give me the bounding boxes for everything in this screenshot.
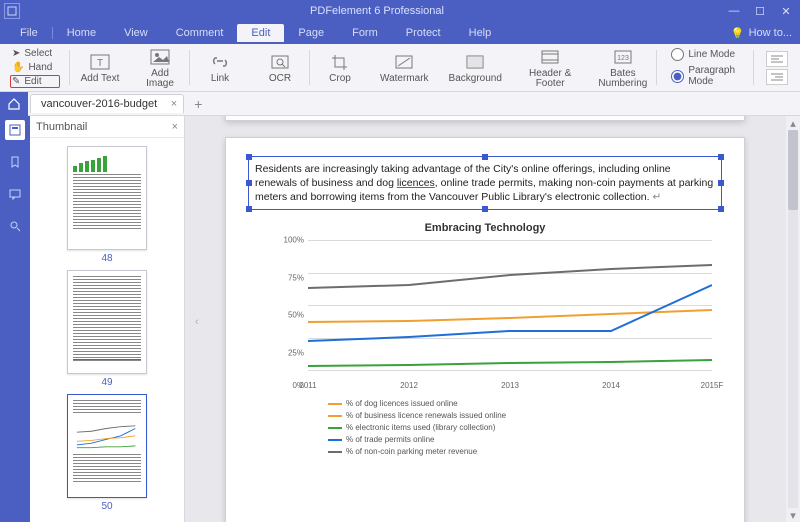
- bookmark-panel-button[interactable]: [5, 152, 25, 172]
- menu-help[interactable]: Help: [455, 24, 506, 42]
- ribbon: ➤Select ✋Hand ✎Edit TAdd Text Add Image …: [0, 44, 800, 92]
- link-icon: [207, 52, 233, 72]
- thumbnail-panel-close[interactable]: ×: [172, 121, 178, 133]
- x-tick-2013: 2013: [501, 381, 519, 390]
- line-mode-radio[interactable]: Line Mode: [671, 48, 740, 61]
- app-title: PDFelement 6 Professional: [30, 5, 724, 17]
- chart-legend: % of dog licences issued online % of bus…: [328, 398, 722, 458]
- y-tick-25: 25%: [278, 348, 304, 357]
- watermark-icon: [391, 52, 417, 72]
- ocr-icon: [267, 52, 293, 72]
- menu-page[interactable]: Page: [284, 24, 338, 42]
- y-tick-75: 75%: [278, 273, 304, 282]
- howto-search[interactable]: 💡 How to...: [731, 27, 792, 40]
- menu-home[interactable]: Home: [53, 24, 110, 42]
- side-toolbar: [0, 116, 30, 522]
- header-footer-icon: [537, 47, 563, 67]
- new-tab-button[interactable]: +: [190, 96, 206, 112]
- app-logo-icon: [4, 3, 20, 19]
- add-image-button[interactable]: Add Image: [136, 45, 184, 91]
- bates-icon: 123: [610, 47, 636, 67]
- add-text-button[interactable]: TAdd Text: [76, 50, 124, 86]
- thumbnail-panel: Thumbnail × 48 49: [30, 116, 185, 522]
- maximize-button[interactable]: ☐: [750, 3, 770, 19]
- scroll-down-button[interactable]: ▾: [786, 508, 800, 522]
- background-button[interactable]: Background: [445, 50, 506, 86]
- header-footer-button[interactable]: Header & Footer: [518, 45, 583, 91]
- y-tick-100: 100%: [278, 236, 304, 245]
- search-panel-button[interactable]: [5, 216, 25, 236]
- title-bar: PDFelement 6 Professional — ☐ ✕: [0, 0, 800, 22]
- menu-bar: File Home View Comment Edit Page Form Pr…: [0, 22, 800, 44]
- paragraph-text[interactable]: Residents are increasingly taking advant…: [255, 162, 715, 204]
- prev-page-arrow[interactable]: ‹: [195, 316, 199, 328]
- menu-form[interactable]: Form: [338, 24, 392, 42]
- link-button[interactable]: Link: [196, 50, 244, 86]
- scroll-thumb[interactable]: [788, 130, 798, 210]
- window-controls: — ☐ ✕: [724, 3, 796, 19]
- document-canvas[interactable]: ‹ VANCOUVER 49 Residents are increasingl…: [185, 116, 800, 522]
- menu-view[interactable]: View: [110, 24, 162, 42]
- scroll-up-button[interactable]: ▴: [786, 116, 800, 130]
- edit-mode-group: Line Mode Paragraph Mode: [663, 48, 748, 87]
- x-tick-2011: 2011: [299, 381, 316, 390]
- thumbnail-panel-button[interactable]: [5, 120, 25, 140]
- watermark-button[interactable]: Watermark: [376, 50, 433, 86]
- cursor-icon: ➤: [12, 48, 20, 59]
- menu-file[interactable]: File: [6, 24, 52, 42]
- x-tick-2015f: 2015F: [701, 381, 724, 390]
- document-tab[interactable]: vancouver-2016-budget ×: [30, 94, 184, 113]
- chart-title: Embracing Technology: [248, 222, 722, 234]
- paragraph-mode-radio[interactable]: Paragraph Mode: [671, 65, 740, 87]
- close-button[interactable]: ✕: [776, 3, 796, 19]
- crop-button[interactable]: Crop: [316, 50, 364, 86]
- document-page-50: Residents are increasingly taking advant…: [225, 137, 745, 522]
- home-icon: [7, 97, 21, 111]
- hand-tool[interactable]: ✋Hand: [10, 61, 60, 74]
- thumbnail-panel-title: Thumbnail: [36, 121, 87, 133]
- select-tool[interactable]: ➤Select: [10, 47, 60, 60]
- document-tab-label: vancouver-2016-budget: [41, 98, 157, 110]
- background-icon: [462, 52, 488, 72]
- embracing-technology-chart: 100% 75% 50% 25% 0%: [278, 240, 712, 390]
- vertical-scrollbar[interactable]: ▴ ▾: [786, 116, 800, 522]
- thumbnail-page-49[interactable]: 49: [67, 270, 147, 388]
- home-tab-button[interactable]: [0, 92, 28, 116]
- howto-label: How to...: [749, 27, 792, 39]
- image-icon: [147, 47, 173, 67]
- y-tick-50: 50%: [278, 311, 304, 320]
- edit-icon: ✎: [12, 76, 20, 87]
- menu-edit[interactable]: Edit: [237, 24, 284, 42]
- lightbulb-icon: 💡: [731, 27, 745, 40]
- align-group: [760, 51, 794, 85]
- tab-close-button[interactable]: ×: [171, 98, 177, 110]
- svg-text:T: T: [97, 58, 103, 69]
- bates-button[interactable]: 123Bates Numbering: [594, 45, 651, 91]
- edit-tool[interactable]: ✎Edit: [10, 75, 60, 88]
- x-tick-2014: 2014: [602, 381, 620, 390]
- hand-icon: ✋: [12, 62, 24, 73]
- minimize-button[interactable]: —: [724, 3, 744, 19]
- text-cursor-icon: ↵: [653, 191, 662, 203]
- ocr-button[interactable]: OCR: [256, 50, 304, 86]
- thumbnail-page-48[interactable]: 48: [67, 146, 147, 264]
- align-button-2[interactable]: [766, 69, 788, 85]
- selected-text-box[interactable]: Residents are increasingly taking advant…: [248, 156, 722, 210]
- comment-panel-button[interactable]: [5, 184, 25, 204]
- text-icon: T: [87, 52, 113, 72]
- document-page-49-bottom: VANCOUVER 49: [225, 116, 745, 121]
- thumbnail-page-50[interactable]: 50: [67, 394, 147, 512]
- align-button-1[interactable]: [766, 51, 788, 67]
- svg-text:123: 123: [617, 55, 629, 62]
- x-tick-2012: 2012: [400, 381, 418, 390]
- menu-comment[interactable]: Comment: [162, 24, 238, 42]
- crop-icon: [327, 52, 353, 72]
- menu-protect[interactable]: Protect: [392, 24, 455, 42]
- tab-strip: vancouver-2016-budget × +: [0, 92, 800, 116]
- workspace: Thumbnail × 48 49: [0, 116, 800, 522]
